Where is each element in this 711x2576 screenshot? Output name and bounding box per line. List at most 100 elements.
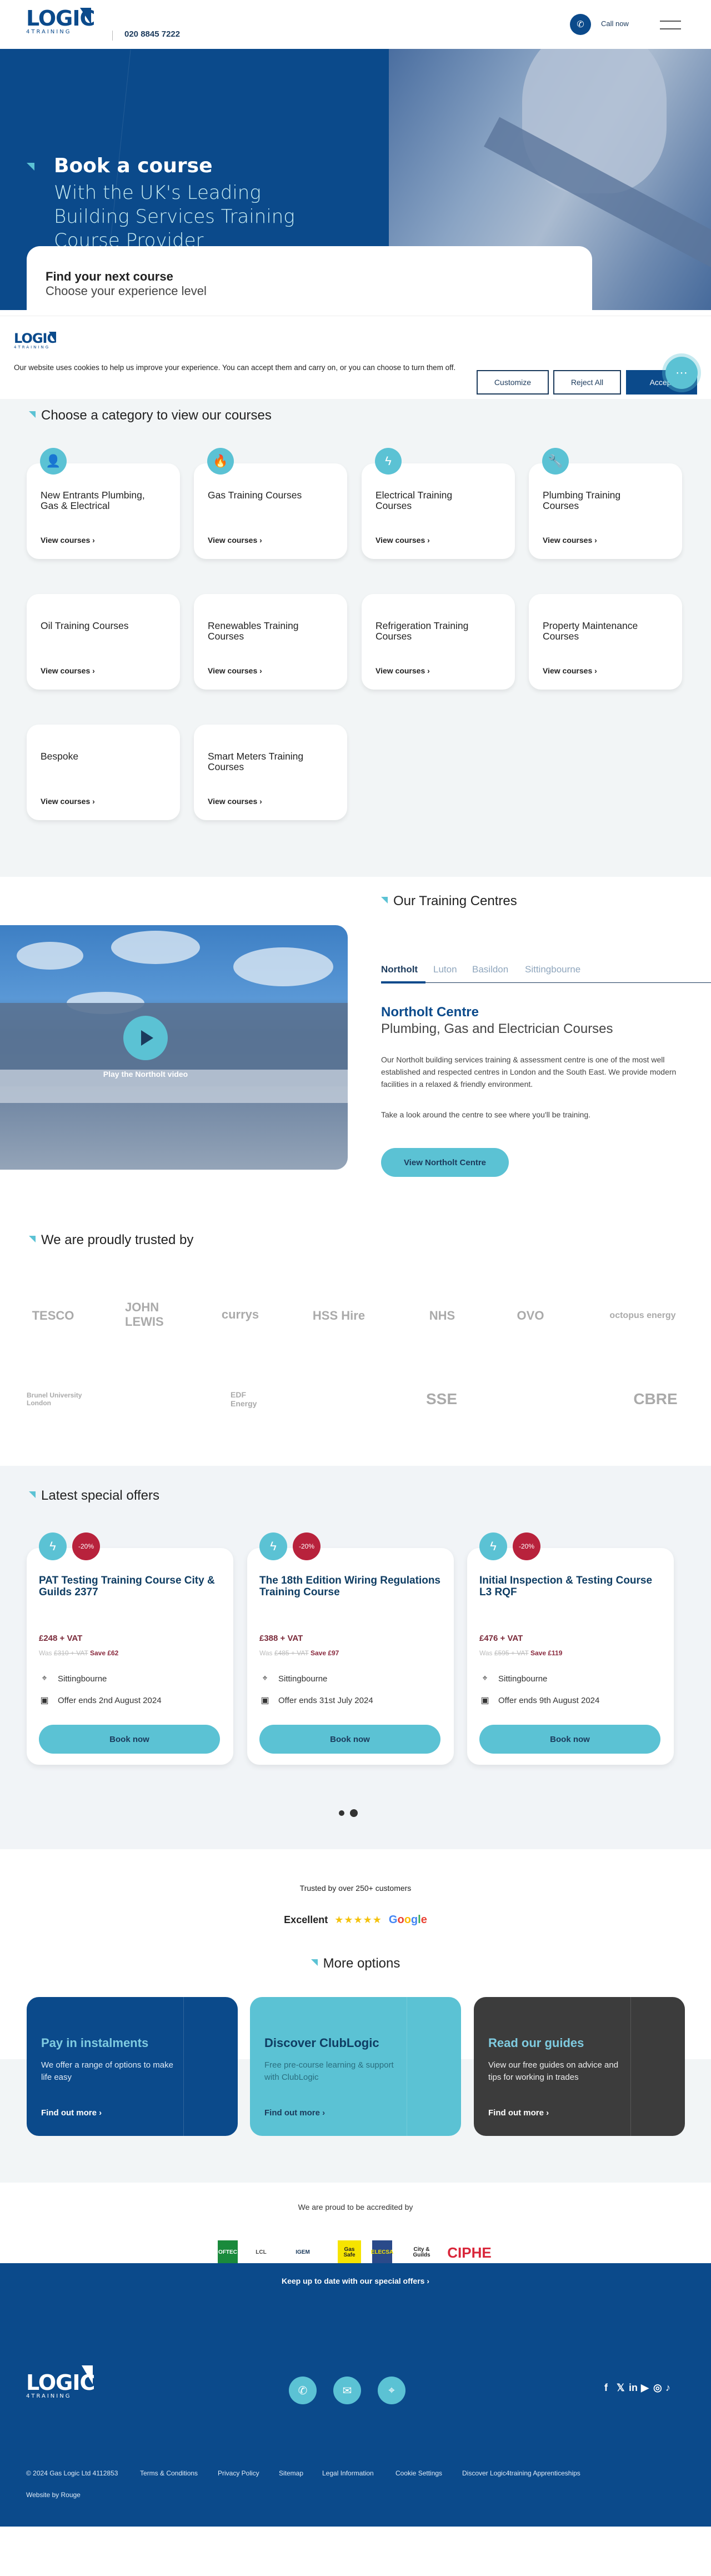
view-courses-link[interactable]: View courses › — [208, 797, 262, 806]
footer-logo[interactable]: LOGIC 4TRAINING — [26, 2365, 95, 2399]
view-courses-link[interactable]: View courses › — [543, 536, 597, 545]
category-card[interactable]: Renewables Training Courses View courses … — [194, 594, 347, 690]
category-card[interactable]: ϟ Electrical Training Courses View courses… — [362, 448, 515, 559]
end-date-text: Offer ends 9th August 2024 — [498, 1695, 600, 1705]
accreditation-title: We are proud to be accredited by — [298, 2203, 413, 2211]
option-title: Discover ClubLogic — [264, 2036, 379, 2050]
google-rating[interactable]: Excellent ★★★★★ Google — [0, 1914, 711, 1926]
newsletter-bar[interactable]: Keep up to date with our special offers … — [0, 2263, 711, 2299]
hamburger-icon — [660, 21, 681, 22]
view-centre-button[interactable]: View Northolt Centre — [381, 1148, 509, 1177]
footer-email-button[interactable]: ✉ — [333, 2377, 361, 2404]
view-courses-link[interactable]: View courses › — [375, 666, 430, 675]
play-video-button[interactable] — [123, 1016, 168, 1060]
view-courses-link[interactable]: View courses › — [208, 536, 262, 545]
special-offers-section: Latest special offers ϟ -20% PAT Testing T… — [0, 1466, 711, 1849]
view-courses-link[interactable]: View courses › — [41, 536, 95, 545]
centre-description-2: Take a look around the centre to see whe… — [381, 1110, 591, 1119]
email-icon: ✉ — [342, 2384, 352, 2397]
social-icon[interactable]: ▶ — [641, 2382, 649, 2394]
footer-link[interactable]: Legal Information — [322, 2469, 374, 2477]
view-courses-link[interactable]: View courses › — [41, 666, 95, 675]
view-courses-link[interactable]: View courses › — [208, 666, 262, 675]
footer-link[interactable]: Cookie Settings — [395, 2469, 442, 2477]
hamburger-icon-line — [660, 28, 681, 29]
phone-icon: ✆ — [298, 2384, 308, 2397]
partner-logo: HSS Hire — [312, 1309, 365, 1322]
view-courses-link[interactable]: View courses › — [41, 797, 95, 806]
offer-title[interactable]: PAT Testing Training Course City & Guild… — [39, 1575, 222, 1598]
offer-title[interactable]: Initial Inspection & Testing Course L3 R… — [479, 1575, 663, 1598]
book-now-button[interactable]: Book now — [479, 1725, 660, 1754]
option-card[interactable]: Read our guides View our free guides on a… — [474, 1997, 685, 2136]
save-amount: Save £97 — [310, 1649, 339, 1657]
call-now-button[interactable]: ✆ — [570, 14, 591, 35]
cookie-customize-button[interactable]: Customize — [477, 370, 549, 395]
tab-basildon[interactable]: Basildon — [472, 964, 508, 975]
was-amount: £595 + VAT — [494, 1649, 529, 1657]
find-out-more-link[interactable]: Find out more › — [264, 2108, 325, 2118]
cookie-reject-button[interactable]: Reject All — [553, 370, 621, 395]
category-card[interactable]: Oil Training Courses View courses › — [27, 594, 180, 690]
category-card[interactable]: Smart Meters Training Courses View course… — [194, 725, 347, 820]
course-finder[interactable]: Find your next course Choose your experi… — [27, 246, 592, 318]
header-phone-link[interactable]: 020 8845 7222 — [124, 29, 180, 39]
was-amount: £485 + VAT — [274, 1649, 309, 1657]
accreditation-section: We are proud to be accredited by OFTEC LC… — [0, 2183, 711, 2265]
carousel-dot[interactable] — [339, 1810, 344, 1816]
social-icon[interactable]: ♪ — [665, 2382, 670, 2394]
category-card[interactable]: 🔥 Gas Training Courses View courses › — [194, 448, 347, 559]
offer-location: ⌖ Sittingbourne — [39, 1674, 107, 1684]
view-courses-link[interactable]: View courses › — [543, 666, 597, 675]
footer-link[interactable]: Privacy Policy — [218, 2469, 259, 2477]
category-card[interactable]: Bespoke View courses › — [27, 725, 180, 820]
calendar-icon: ▣ — [480, 1696, 489, 1705]
view-courses-link[interactable]: View courses › — [375, 536, 430, 545]
footer-link[interactable]: Discover Logic4training Apprenticeships — [462, 2469, 580, 2477]
social-icon[interactable]: f — [604, 2382, 608, 2394]
offer-card: ϟ -20% The 18th Edition Wiring Regulations… — [247, 1532, 454, 1765]
option-card[interactable]: Pay in instalments We offer a range of op… — [27, 1997, 238, 2136]
hamburger-menu-button[interactable] — [660, 19, 681, 31]
website-credit[interactable]: Website by Rouge — [26, 2491, 81, 2499]
newsletter-link[interactable]: Keep up to date with our special offers … — [282, 2277, 429, 2285]
footer-link[interactable]: Sitemap — [279, 2469, 303, 2477]
centre-video[interactable]: Play the Northolt video — [0, 925, 348, 1170]
logo-flag-icon — [82, 2365, 93, 2384]
site-logo[interactable]: LOGIC 4TRAINING — [26, 8, 95, 35]
category-card[interactable]: Refrigeration Training Courses View cours… — [362, 594, 515, 690]
tab-northolt[interactable]: Northolt — [381, 964, 418, 975]
social-icon[interactable]: ◎ — [653, 2382, 662, 2394]
tab-luton[interactable]: Luton — [433, 964, 457, 975]
book-now-button[interactable]: Book now — [259, 1725, 440, 1754]
play-video-label[interactable]: Play the Northolt video — [0, 1070, 291, 1079]
option-card[interactable]: Discover ClubLogic Free pre-course learni… — [250, 1997, 461, 2136]
social-icon[interactable]: in — [629, 2382, 638, 2394]
call-now-label[interactable]: Call now — [601, 19, 629, 28]
social-icon[interactable]: 𝕏 — [617, 2382, 625, 2394]
offer-card: ϟ -20% PAT Testing Training Course City & … — [27, 1532, 233, 1765]
footer-phone-button[interactable]: ✆ — [289, 2377, 317, 2404]
option-title: Pay in instalments — [41, 2036, 149, 2050]
footer-link[interactable]: Terms & Conditions — [140, 2469, 198, 2477]
lightning-icon: ϟ — [259, 1532, 287, 1560]
category-card[interactable]: 🔧 Plumbing Training Courses View courses › — [529, 448, 682, 559]
tab-sittingbourne[interactable]: Sittingbourne — [525, 964, 580, 975]
cookie-banner: LOGIC 4TRAINING Our website uses cookies… — [0, 316, 711, 399]
footer-location-button[interactable]: ⌖ — [378, 2377, 405, 2404]
option-description: View our free guides on advice and tips … — [488, 2060, 619, 2082]
category-title: New Entrants Plumbing, Gas & Electrical — [41, 490, 145, 511]
offer-title[interactable]: The 18th Edition Wiring Regulations Trai… — [259, 1575, 443, 1598]
find-out-more-link[interactable]: Find out more › — [488, 2108, 549, 2118]
find-out-more-link[interactable]: Find out more › — [41, 2108, 102, 2118]
discount-badge: -20% — [293, 1532, 321, 1560]
section-title: Choose a category to view our courses — [29, 408, 272, 423]
category-card[interactable]: 👤 New Entrants Plumbing, Gas & Electrical… — [27, 448, 180, 559]
category-icon: 🔥 — [207, 448, 234, 475]
category-card[interactable]: Property Maintenance Courses View courses… — [529, 594, 682, 690]
chat-button[interactable]: ⋯ — [665, 357, 698, 389]
carousel-dot[interactable] — [350, 1809, 358, 1817]
site-header: LOGIC 4TRAINING 020 8845 7222 ✆ Call now — [0, 0, 711, 49]
was-amount: £310 + VAT — [53, 1649, 88, 1657]
book-now-button[interactable]: Book now — [39, 1725, 220, 1754]
